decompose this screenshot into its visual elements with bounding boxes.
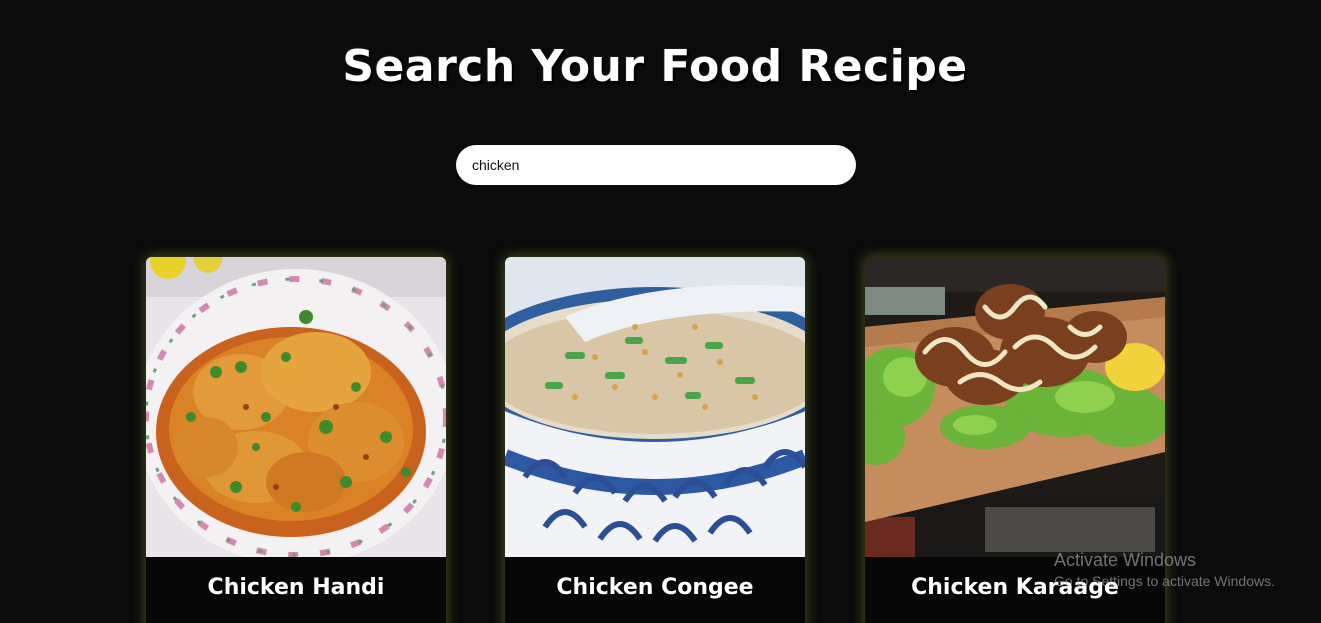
recipe-card[interactable]: Chicken Karaage	[865, 257, 1165, 623]
curry-bowl-image[interactable]	[146, 257, 446, 557]
recipe-results: Chicken Handi Chicken Congee Chicken Kar…	[146, 257, 1166, 623]
karaage-board-image[interactable]	[865, 257, 1165, 557]
recipe-title[interactable]: Chicken Handi	[146, 575, 446, 600]
recipe-title[interactable]: Chicken Congee	[505, 575, 805, 600]
recipe-search-page: Search Your Food Recipe chicken Chicken …	[0, 0, 1321, 623]
search-box[interactable]	[456, 145, 856, 185]
recipe-card[interactable]: Chicken Congee	[505, 257, 805, 623]
recipe-card[interactable]: Chicken Handi	[146, 257, 446, 623]
recipe-title[interactable]: Chicken Karaage	[865, 575, 1165, 600]
page-title: Search Your Food Recipe	[342, 41, 968, 92]
congee-bowl-image[interactable]	[505, 257, 805, 557]
search-input[interactable]	[472, 157, 840, 173]
